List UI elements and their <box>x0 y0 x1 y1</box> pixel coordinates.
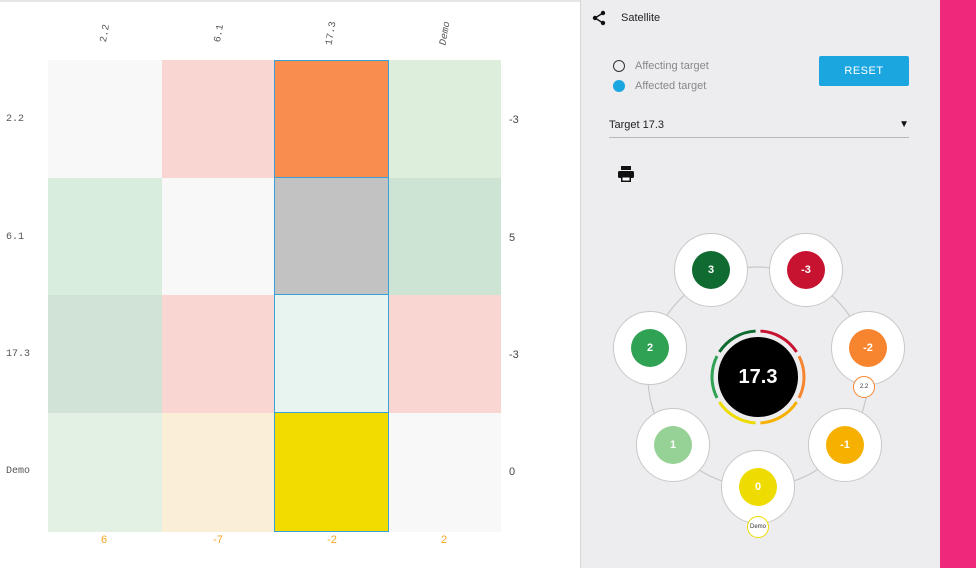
legend-affected-label: Affected target <box>635 80 707 92</box>
column-sum: -7 <box>213 534 223 546</box>
satellite-node[interactable]: 1 <box>636 408 710 482</box>
satellite-node[interactable]: -1 <box>808 408 882 482</box>
column-header[interactable]: 2.2 <box>48 24 164 44</box>
matrix-cell[interactable] <box>274 60 388 178</box>
satellite-node[interactable]: 2 <box>613 311 687 385</box>
correlation-matrix: 2.2 6.1 17.3 Demo 2.2 6.1 17.3 Demo -3 5… <box>0 0 580 568</box>
matrix-cell[interactable] <box>162 295 274 413</box>
matrix-cell[interactable] <box>162 413 274 532</box>
hollow-circle-icon <box>613 60 625 72</box>
matrix-cell[interactable] <box>48 413 162 532</box>
satellite-node-value: -2 <box>849 329 887 367</box>
column-sum: 6 <box>100 534 108 546</box>
row-sum: 5 <box>509 232 516 244</box>
target-select[interactable]: Target 17.3 ▼ <box>609 112 909 138</box>
satellite-node-value: 3 <box>692 251 730 289</box>
matrix-cell[interactable] <box>274 178 388 295</box>
row-header[interactable]: 6.1 <box>0 232 48 243</box>
caret-down-icon: ▼ <box>899 119 909 130</box>
satellite-node[interactable]: 3 <box>674 233 748 307</box>
matrix-cell[interactable] <box>48 295 162 413</box>
row-sum: 0 <box>509 466 516 478</box>
row-sum: -3 <box>509 349 519 361</box>
satellite-node[interactable]: -2 <box>831 311 905 385</box>
column-header[interactable]: 17.3 <box>274 21 390 47</box>
satellite-node-value: -3 <box>787 251 825 289</box>
print-icon[interactable] <box>615 163 637 185</box>
satellite-node-value: 2 <box>631 329 669 367</box>
reset-button[interactable]: RESET <box>819 56 909 86</box>
column-header[interactable]: 6.1 <box>162 24 278 44</box>
satellite-graph: 3 -3 -2 2.2 -1 0 Demo 1 2 17.3 <box>581 200 941 560</box>
matrix-cell[interactable] <box>388 60 501 178</box>
share-icon[interactable] <box>591 10 607 26</box>
row-sum: -3 <box>509 114 519 126</box>
satellite-node-tag: Demo <box>747 516 769 538</box>
legend-affected: Affected target <box>613 80 706 92</box>
row-header[interactable]: 2.2 <box>0 114 48 125</box>
center-ring <box>710 329 806 425</box>
column-sum: 2 <box>440 534 448 546</box>
ring-arc <box>710 355 719 399</box>
ring-arc <box>760 401 798 425</box>
matrix-cell[interactable] <box>274 413 388 532</box>
satellite-node-value: 0 <box>739 468 777 506</box>
satellite-node-value: -1 <box>826 426 864 464</box>
row-header[interactable]: 17.3 <box>0 349 48 360</box>
matrix-cell[interactable] <box>48 60 162 178</box>
satellite-node-value: 1 <box>654 426 692 464</box>
satellite-node[interactable]: 0 <box>721 450 795 524</box>
ring-arc <box>760 329 798 353</box>
target-select-value: Target 17.3 <box>609 118 665 131</box>
legend-affecting: Affecting target <box>613 60 709 72</box>
center-target-node[interactable]: 17.3 <box>708 327 808 427</box>
matrix-cell[interactable] <box>162 178 274 295</box>
panel-title: Satellite <box>621 12 661 24</box>
matrix-cell[interactable] <box>274 295 388 413</box>
side-accent-bar[interactable] <box>940 0 976 568</box>
matrix-cell[interactable] <box>388 413 501 532</box>
column-header[interactable]: Demo <box>388 21 504 47</box>
row-header[interactable]: Demo <box>0 466 48 477</box>
legend-affecting-label: Affecting target <box>635 60 709 72</box>
side-strip <box>940 0 980 568</box>
matrix-cell[interactable] <box>388 295 501 413</box>
matrix-cell[interactable] <box>388 178 501 295</box>
ring-arc <box>718 401 756 425</box>
matrix-cell[interactable] <box>48 178 162 295</box>
ring-arc <box>797 355 806 399</box>
filled-circle-icon <box>613 80 625 92</box>
column-sum: -2 <box>327 534 337 546</box>
satellite-panel: Satellite Affecting target Affected targ… <box>580 0 940 568</box>
satellite-node[interactable]: -3 <box>769 233 843 307</box>
ring-arc <box>718 329 756 353</box>
satellite-node-tag: 2.2 <box>853 376 875 398</box>
matrix-cell[interactable] <box>162 60 274 178</box>
